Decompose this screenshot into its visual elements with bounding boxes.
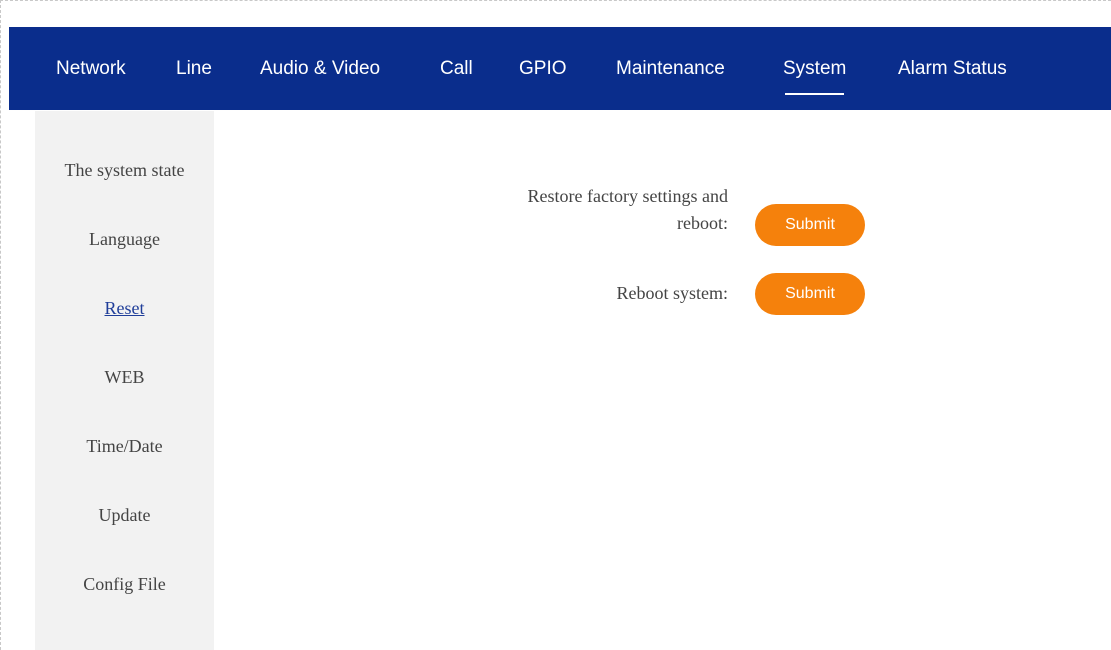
restore-factory-label-line2: reboot: <box>677 213 728 233</box>
nav-item-line[interactable]: Line <box>176 27 212 110</box>
sidebar-item-config-file[interactable]: Config File <box>35 574 214 595</box>
sidebar: The system state Language Reset WEB Time… <box>35 111 214 650</box>
nav-item-alarm-status[interactable]: Alarm Status <box>898 27 1007 110</box>
sidebar-item-reset[interactable]: Reset <box>35 298 214 319</box>
sidebar-item-web[interactable]: WEB <box>35 367 214 388</box>
nav-item-gpio[interactable]: GPIO <box>519 27 567 110</box>
sidebar-item-language[interactable]: Language <box>35 229 214 250</box>
restore-factory-label: Restore factory settings and reboot: <box>528 183 728 237</box>
restore-factory-label-line1: Restore factory settings and <box>527 186 728 206</box>
nav-item-network[interactable]: Network <box>56 27 126 110</box>
top-navigation-bar: Network Line Audio & Video Call GPIO Mai… <box>9 27 1111 110</box>
nav-item-system[interactable]: System <box>783 27 846 110</box>
nav-item-audio-video[interactable]: Audio & Video <box>260 27 380 110</box>
sidebar-item-system-state[interactable]: The system state <box>35 160 214 181</box>
sidebar-item-update[interactable]: Update <box>35 505 214 526</box>
reboot-system-submit-button[interactable]: Submit <box>755 273 865 315</box>
reboot-system-label: Reboot system: <box>616 283 729 303</box>
nav-item-maintenance[interactable]: Maintenance <box>616 27 725 110</box>
page: Network Line Audio & Video Call GPIO Mai… <box>0 0 1111 650</box>
nav-item-call[interactable]: Call <box>440 27 473 110</box>
restore-factory-submit-button[interactable]: Submit <box>755 204 865 246</box>
sidebar-item-time-date[interactable]: Time/Date <box>35 436 214 457</box>
